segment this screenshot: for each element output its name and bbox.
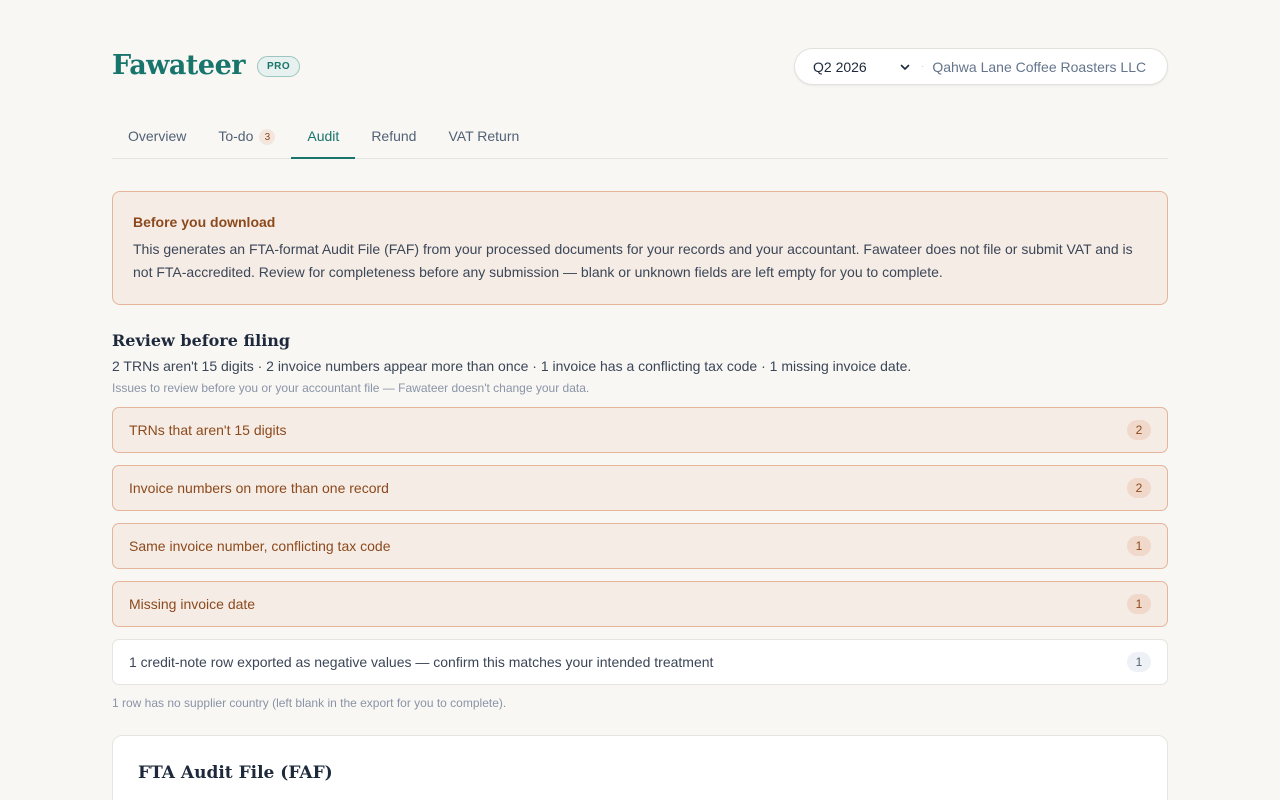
issue-label: Same invoice number, conflicting tax cod… — [129, 538, 391, 554]
tab-label: Audit — [307, 128, 340, 144]
issue-list: TRNs that aren't 15 digits 2 Invoice num… — [112, 407, 1168, 685]
issue-label: 1 credit-note row exported as negative v… — [129, 654, 714, 670]
tab-todo[interactable]: To-do 3 — [202, 118, 291, 159]
issue-count-badge: 1 — [1127, 652, 1151, 672]
tab-label: Overview — [128, 128, 187, 144]
chevron-down-icon — [900, 64, 910, 70]
todo-count-badge: 3 — [259, 129, 276, 145]
header: Fawateer PRO Q2 2026 · Qahwa Lane Coffee… — [112, 0, 1168, 118]
tab-label: To-do — [218, 128, 254, 144]
notice-title: Before you download — [133, 214, 276, 230]
tab-audit[interactable]: Audit — [291, 118, 356, 159]
review-title: Review before filing — [112, 331, 291, 350]
issue-count-badge: 1 — [1127, 536, 1151, 556]
issue-label: Missing invoice date — [129, 596, 256, 612]
faf-title: FTA Audit File (FAF) — [138, 763, 333, 783]
issue-count-badge: 2 — [1127, 478, 1151, 498]
notice-body: This generates an FTA-format Audit File … — [133, 241, 1133, 280]
issue-credit-note-negative[interactable]: 1 credit-note row exported as negative v… — [112, 639, 1168, 685]
issue-label: TRNs that aren't 15 digits — [129, 422, 287, 438]
company-name: Qahwa Lane Coffee Roasters LLC — [932, 58, 1147, 75]
tab-overview[interactable]: Overview — [112, 118, 202, 159]
download-notice: Before you download This generates an FT… — [112, 191, 1168, 305]
issue-missing-invoice-date[interactable]: Missing invoice date 1 — [112, 581, 1168, 627]
review-hint: Issues to review before you or your acco… — [112, 381, 590, 395]
tab-label: VAT Return — [448, 128, 520, 144]
issue-count-badge: 1 — [1127, 594, 1151, 614]
tab-refund[interactable]: Refund — [355, 118, 432, 159]
issue-conflicting-tax-code[interactable]: Same invoice number, conflicting tax cod… — [112, 523, 1168, 569]
issue-count-badge: 2 — [1127, 420, 1151, 440]
page: Fawateer PRO Q2 2026 · Qahwa Lane Coffee… — [112, 0, 1168, 800]
issue-duplicate-invoice-numbers[interactable]: Invoice numbers on more than one record … — [112, 465, 1168, 511]
tab-label: Refund — [371, 128, 417, 144]
faf-card: FTA Audit File (FAF) — [112, 735, 1168, 800]
app-logo[interactable]: Fawateer — [112, 50, 245, 81]
period-value: Q2 2026 — [813, 58, 867, 75]
period-select[interactable]: Q2 2026 — [813, 59, 911, 75]
review-section: Review before filing 2 TRNs aren't 15 di… — [112, 331, 1168, 710]
brand: Fawateer PRO — [112, 50, 301, 81]
issue-trn-length[interactable]: TRNs that aren't 15 digits 2 — [112, 407, 1168, 453]
supplier-country-footnote: 1 row has no supplier country (left blan… — [112, 696, 507, 710]
review-summary: 2 TRNs aren't 15 digits · 2 invoice numb… — [112, 358, 912, 374]
tab-vat-return[interactable]: VAT Return — [432, 118, 535, 159]
issue-label: Invoice numbers on more than one record — [129, 480, 389, 496]
plan-badge: PRO — [256, 56, 301, 77]
separator: · — [921, 61, 925, 72]
period-company-bar: Q2 2026 · Qahwa Lane Coffee Roasters LLC — [794, 48, 1168, 85]
tab-bar: Overview To-do 3 Audit Refund VAT Return — [112, 118, 1168, 159]
